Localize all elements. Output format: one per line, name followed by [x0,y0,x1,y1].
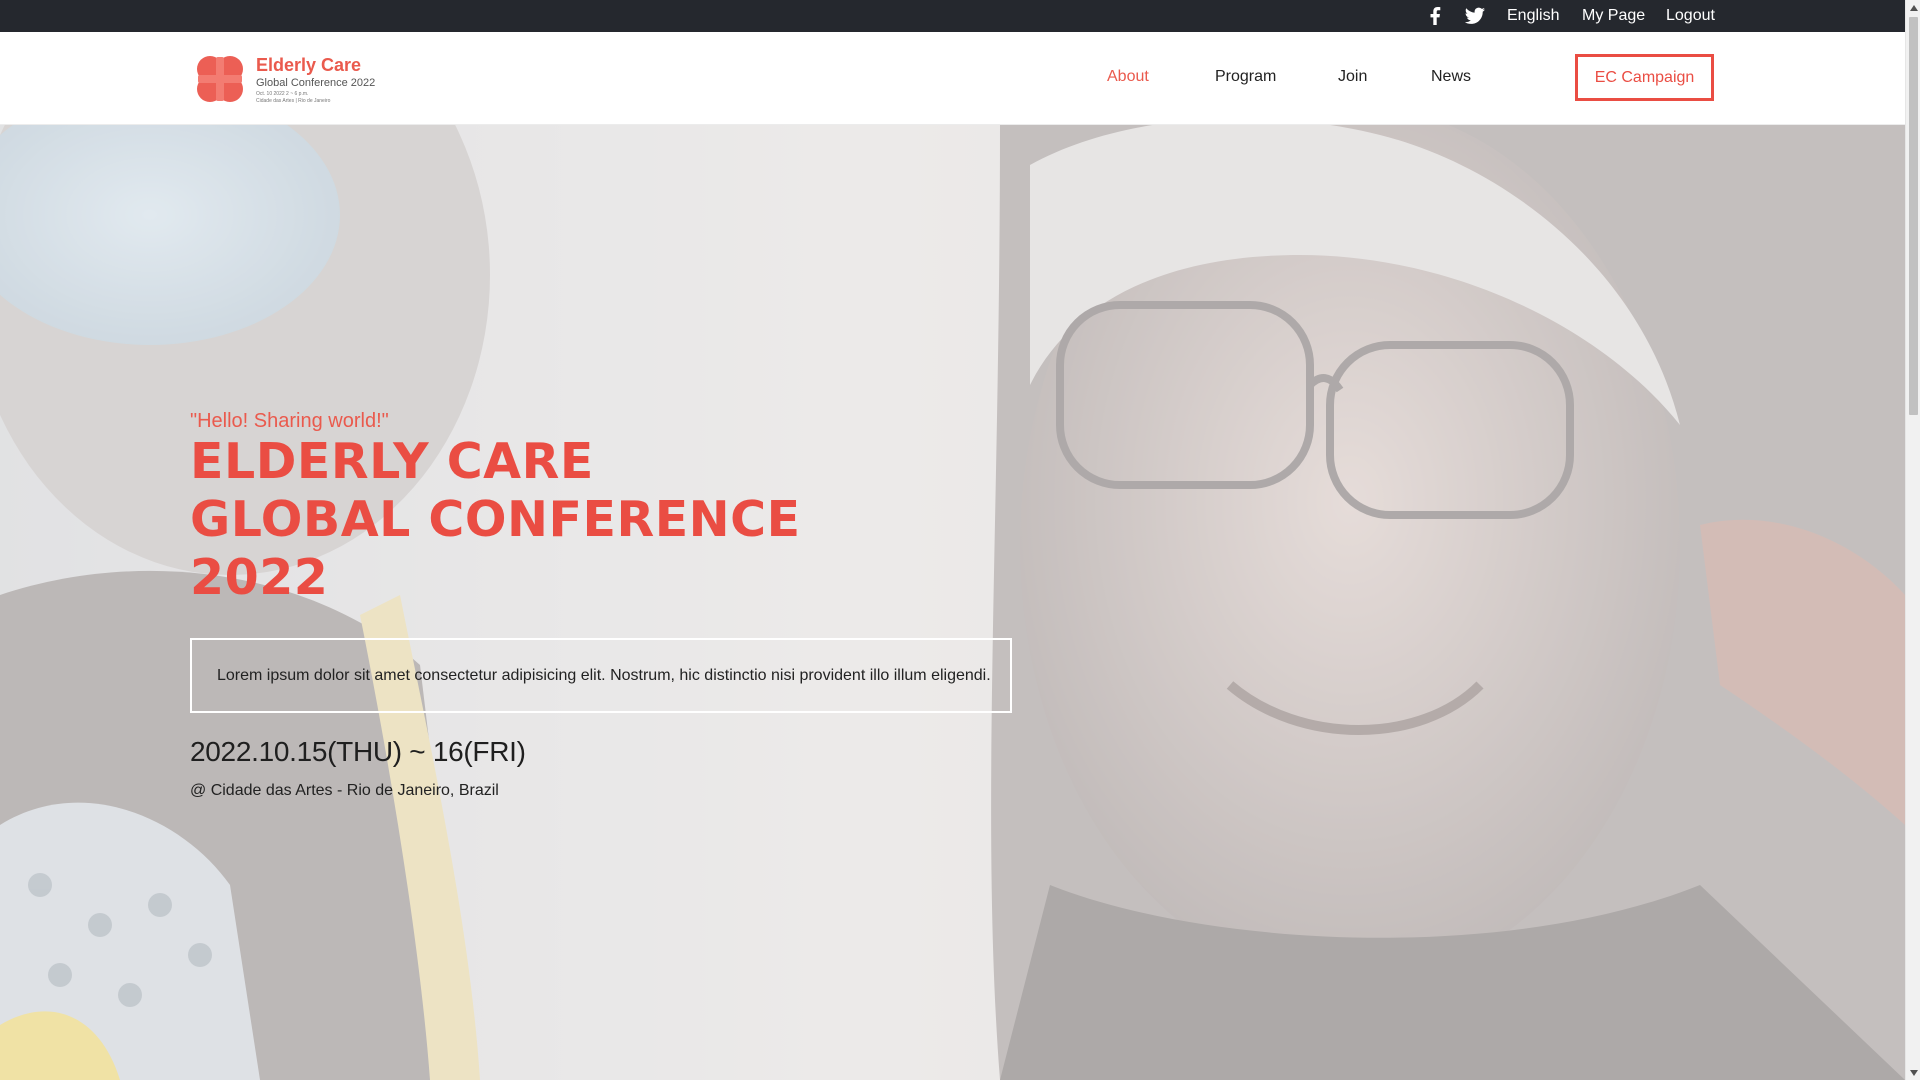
hero-description-box: Lorem ipsum dolor sit amet consectetur a… [190,638,1012,713]
logo-venue-line: Cidade das Artes | Rio de Janeiro [256,98,331,104]
language-link[interactable]: English [1507,7,1559,25]
top-utility-bar: English My Page Logout [0,0,1905,32]
hero-section: "Hello! Sharing world!" ELDERLY CARE GLO… [0,125,1905,1080]
event-date: 2022.10.15(THU) ~ 16(FRI) [190,736,526,767]
hero-title-line: ELDERLY CARE [190,433,594,490]
scroll-up-arrow-icon[interactable] [1906,0,1920,15]
logout-link[interactable]: Logout [1666,7,1715,25]
site-logo[interactable]: Elderly Care Global Conference 2022 Oct.… [190,49,390,109]
vertical-scrollbar[interactable] [1905,0,1920,1080]
event-venue: @ Cidade das Artes - Rio de Janeiro, Bra… [190,782,499,799]
ec-campaign-button[interactable]: EC Campaign [1575,54,1714,101]
nav-about[interactable]: About [1107,68,1149,86]
logo-brand-text: Elderly Care [256,55,362,75]
nav-program[interactable]: Program [1215,68,1276,86]
scroll-down-arrow-icon[interactable] [1906,1065,1920,1080]
hero-title: ELDERLY CARE GLOBAL CONFERENCE 2022 [190,433,950,607]
logo-date-line: Oct. 10 2022 2 ~ 6 p.m. [256,91,309,97]
scrollbar-thumb[interactable] [1909,17,1918,415]
hero-description: Lorem ipsum dolor sit amet consectetur a… [217,666,991,684]
twitter-icon[interactable] [1465,7,1485,25]
nav-news[interactable]: News [1431,68,1471,86]
hero-title-line: 2022 [190,549,329,606]
nav-join[interactable]: Join [1338,68,1367,86]
logo-cross-icon [197,56,243,102]
hero-title-line: GLOBAL CONFERENCE [190,491,801,548]
facebook-icon[interactable] [1429,7,1443,25]
my-page-link[interactable]: My Page [1582,7,1645,25]
hero-tagline: "Hello! Sharing world!" [190,410,389,432]
logo-subtitle: Global Conference 2022 [256,77,376,89]
main-header: Elderly Care Global Conference 2022 Oct.… [0,32,1905,125]
page: English My Page Logout Elderly Care Glob… [0,0,1905,1080]
